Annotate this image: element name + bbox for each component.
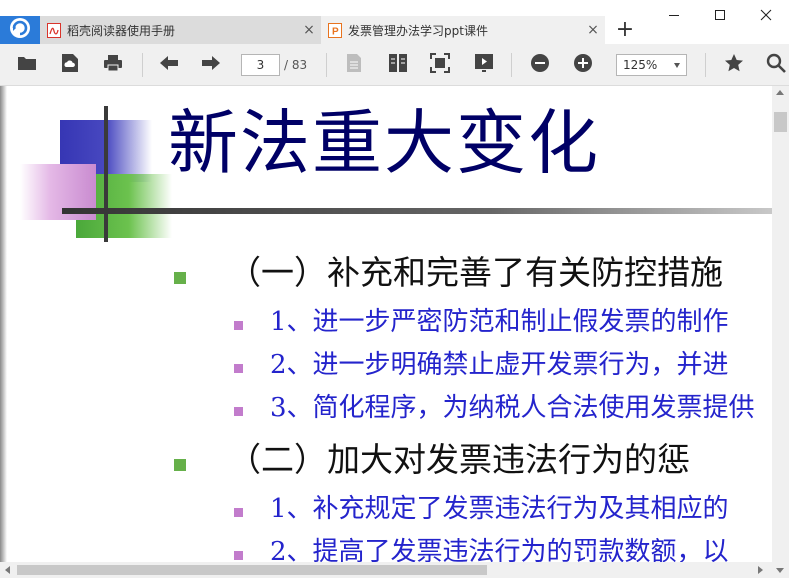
tab-label: 发票管理办法学习ppt课件: [348, 23, 488, 38]
new-tab-button[interactable]: +: [613, 18, 637, 42]
zoom-in-button[interactable]: [571, 53, 595, 77]
zoom-level-value: 125%: [623, 58, 658, 72]
bullet-square: [234, 508, 243, 517]
horizontal-scroll-thumb[interactable]: [17, 565, 487, 575]
search-button[interactable]: [764, 53, 788, 77]
svg-text:P: P: [332, 26, 339, 37]
decor-vertical-line: [104, 106, 108, 242]
tab-invoice-ppt[interactable]: P 发票管理办法学习ppt课件 ×: [321, 16, 605, 44]
print-button[interactable]: [101, 53, 125, 77]
title-underline: [62, 208, 772, 214]
cloud-document-icon: [61, 53, 79, 77]
scrollbar-corner: [772, 562, 789, 578]
scroll-left-icon[interactable]: [5, 566, 10, 574]
document-viewport[interactable]: 新法重大变化 （一）补充和完善了有关防控措施 1、进一步严密防范和制止假发票的制…: [0, 86, 772, 562]
tab-close-icon[interactable]: ×: [581, 22, 605, 38]
scroll-down-icon[interactable]: [776, 568, 784, 573]
cloud-save-button[interactable]: [58, 53, 82, 77]
bullet-square: [234, 551, 243, 560]
scroll-right-icon[interactable]: [758, 566, 763, 574]
maximize-icon: [714, 6, 726, 25]
ppt-file-icon: P: [328, 22, 342, 38]
tab-close-icon[interactable]: ×: [297, 22, 321, 38]
pdf-file-icon: [47, 22, 61, 38]
tab-label: 稻壳阅读器使用手册: [67, 23, 176, 38]
page-shadow: [0, 86, 7, 562]
minimize-icon: [668, 6, 680, 25]
app-logo[interactable]: [0, 16, 40, 44]
folder-icon: [17, 54, 37, 76]
vertical-scroll-thumb[interactable]: [774, 112, 787, 132]
toolbar: 3 / 83 125%: [0, 44, 789, 86]
section-heading: （一）补充和完善了有关防控措施: [228, 253, 723, 292]
presentation-mode-button[interactable]: [472, 53, 496, 77]
fit-page-button[interactable]: [428, 53, 452, 77]
horizontal-scrollbar[interactable]: [0, 562, 772, 578]
page-number-input[interactable]: 3: [241, 54, 280, 76]
toolbar-divider: [326, 53, 327, 77]
bullet-square: [174, 459, 186, 471]
single-page-icon: [346, 53, 362, 77]
single-page-view-button[interactable]: [342, 53, 366, 77]
maximize-button[interactable]: [697, 2, 743, 28]
toolbar-divider: [142, 53, 143, 77]
chevron-down-icon: [674, 63, 680, 68]
page-total: / 83: [284, 58, 308, 72]
list-item: 2、提高了发票违法行为的罚款数额，以: [270, 537, 729, 562]
bullet-square: [234, 407, 243, 416]
fit-page-icon: [430, 53, 450, 77]
search-icon: [766, 53, 786, 77]
toolbar-divider: [511, 53, 512, 77]
star-icon: [724, 53, 744, 77]
arrow-left-icon: [159, 54, 179, 76]
two-page-view-button[interactable]: [386, 53, 410, 77]
tab-bar: 稻壳阅读器使用手册 × P 发票管理办法学习ppt课件 × +: [0, 0, 789, 44]
slide-title: 新法重大变化: [168, 102, 600, 184]
bookmark-button[interactable]: [722, 53, 746, 77]
list-item: 2、进一步明确禁止虚开发票行为，并进: [270, 350, 729, 380]
minimize-button[interactable]: [651, 2, 697, 28]
play-screen-icon: [474, 53, 494, 77]
zoom-out-icon: [530, 53, 550, 77]
toolbar-divider: [705, 53, 706, 77]
list-item: 1、进一步严密防范和制止假发票的制作: [270, 307, 729, 337]
printer-icon: [103, 54, 123, 76]
open-file-button[interactable]: [15, 53, 39, 77]
list-item: 1、补充规定了发票违法行为及其相应的: [270, 494, 729, 524]
close-icon: [760, 6, 772, 25]
list-item: 3、简化程序，为纳税人合法使用发票提供: [270, 393, 755, 423]
zoom-out-button[interactable]: [528, 53, 552, 77]
vertical-scrollbar[interactable]: [772, 86, 789, 562]
close-window-button[interactable]: [743, 2, 789, 28]
next-page-button[interactable]: [199, 53, 223, 77]
bullet-square: [234, 364, 243, 373]
docer-logo-icon: [9, 17, 31, 43]
zoom-in-icon: [573, 53, 593, 77]
previous-page-button[interactable]: [157, 53, 181, 77]
two-page-icon: [388, 53, 408, 77]
tab-user-manual[interactable]: 稻壳阅读器使用手册 ×: [40, 16, 321, 44]
scroll-up-icon[interactable]: [776, 90, 784, 95]
bullet-square: [174, 272, 186, 284]
arrow-right-icon: [201, 54, 221, 76]
bullet-square: [234, 321, 243, 330]
zoom-level-select[interactable]: 125%: [616, 54, 687, 76]
section-heading: （二）加大对发票违法行为的惩: [228, 440, 690, 479]
